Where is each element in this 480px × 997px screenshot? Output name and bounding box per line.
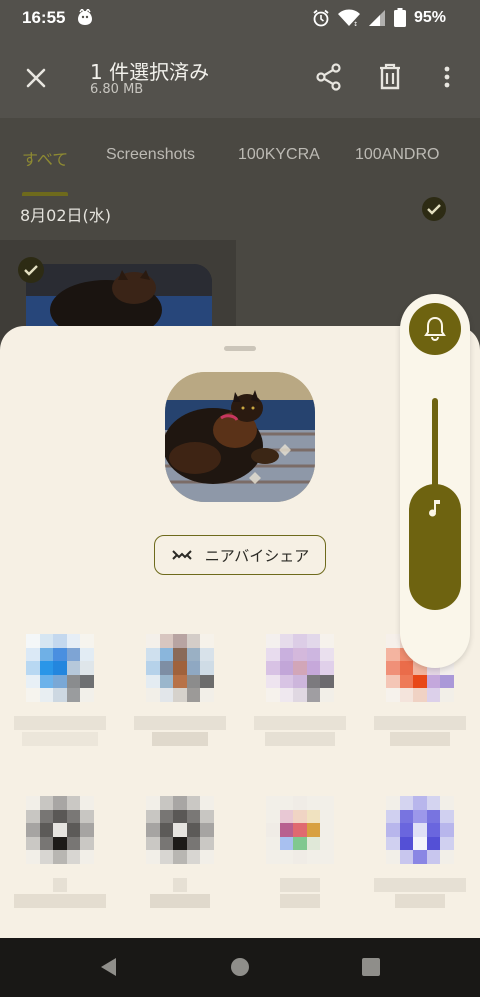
delete-icon[interactable]: [375, 62, 405, 92]
status-time: 16:55: [22, 8, 66, 27]
bell-icon: [424, 316, 446, 342]
share-target-label-blur: [254, 716, 346, 748]
share-target-label-blur: [14, 878, 106, 910]
signal-icon: [368, 9, 385, 26]
selection-app-bar: 1 件選択済み 6.80 MB: [0, 38, 480, 118]
share-target[interactable]: [240, 788, 360, 938]
music-note-icon: [429, 500, 440, 517]
share-targets-grid: [0, 626, 480, 938]
svg-text:↕: ↕: [353, 21, 358, 27]
ringer-mode-button[interactable]: [409, 303, 461, 355]
shared-image-preview: [165, 372, 315, 502]
share-target[interactable]: [360, 788, 480, 938]
nearby-share-button[interactable]: ニアバイシェア: [154, 535, 326, 575]
share-target-icon: [146, 634, 214, 702]
more-vert-icon[interactable]: [435, 62, 459, 92]
share-target-icon: [146, 796, 214, 864]
close-icon[interactable]: [20, 62, 52, 94]
drag-handle[interactable]: [224, 346, 256, 351]
share-target-label-blur: [134, 716, 226, 748]
share-target[interactable]: [0, 626, 120, 776]
tab-100andro[interactable]: 100ANDRO: [355, 146, 439, 164]
tab-100kycra[interactable]: 100KYCRA: [238, 146, 320, 164]
navigation-bar: [0, 938, 480, 997]
share-target-icon: [266, 634, 334, 702]
photo-tile[interactable]: [0, 240, 236, 344]
notification-app-icon: [78, 9, 92, 25]
battery-percent: 95%: [413, 8, 446, 26]
recents-icon[interactable]: [360, 956, 382, 978]
share-target-icon: [386, 796, 454, 864]
share-target-label-blur: [374, 878, 466, 910]
share-target-label-blur: [14, 716, 106, 748]
share-target[interactable]: [120, 626, 240, 776]
folder-tabs: すべて Screenshots 100KYCRA 100ANDRO: [0, 118, 480, 196]
nearby-share-label: ニアバイシェア: [204, 546, 310, 565]
share-target-label-blur: [374, 716, 466, 748]
select-all-check-icon[interactable]: [421, 196, 447, 222]
volume-panel: [400, 294, 470, 668]
selected-check-icon[interactable]: [17, 256, 45, 284]
share-target-icon: [26, 796, 94, 864]
share-target-label-blur: [134, 878, 226, 910]
nearby-share-icon: [172, 550, 192, 560]
alarm-icon: [313, 9, 329, 26]
home-icon[interactable]: [229, 956, 251, 978]
date-label: 8月02日(水): [20, 206, 112, 225]
share-target-label-blur: [254, 878, 346, 910]
back-icon[interactable]: [98, 956, 120, 978]
status-bar: 16:55 ↕ 95%: [0, 0, 480, 38]
share-target[interactable]: [240, 626, 360, 776]
share-target-icon: [26, 634, 94, 702]
share-target[interactable]: [0, 788, 120, 938]
share-target-icon: [266, 796, 334, 864]
wifi-icon: ↕: [337, 9, 360, 27]
tab-all[interactable]: すべて: [22, 146, 68, 170]
share-icon[interactable]: [314, 62, 344, 92]
tab-screenshots[interactable]: Screenshots: [106, 146, 195, 164]
battery-icon: [393, 8, 406, 27]
share-target[interactable]: [120, 788, 240, 938]
date-section-header: 8月02日(水): [0, 196, 480, 240]
media-volume-slider[interactable]: [409, 484, 461, 610]
selection-size: 6.80 MB: [90, 82, 144, 97]
selection-title: 1 件選択済み: [90, 60, 210, 84]
